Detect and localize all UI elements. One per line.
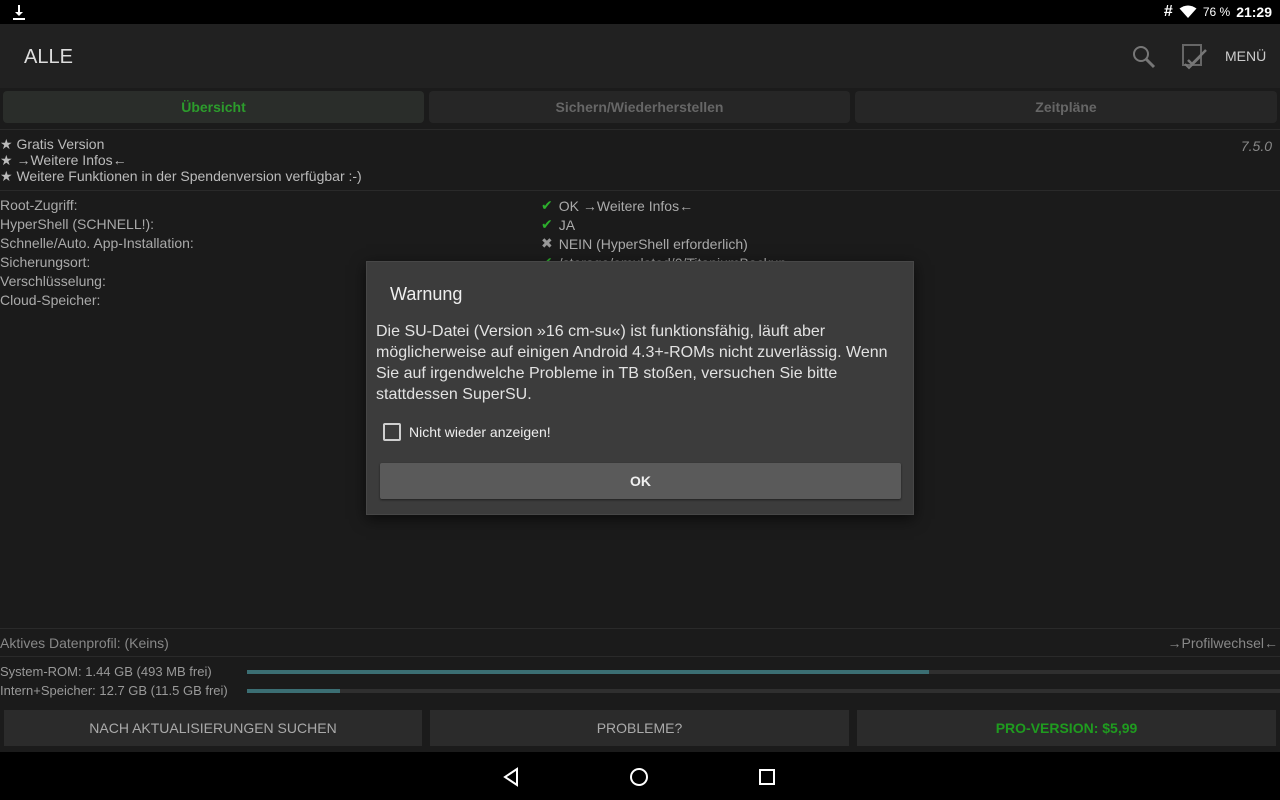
active-profile-label: Aktives Datenprofil: (Keins) xyxy=(0,635,169,651)
battery-text: 76 % xyxy=(1202,5,1231,19)
version-label: 7.5.0 xyxy=(1240,138,1272,154)
app-title: ALLE xyxy=(24,46,73,68)
storage-bar-fill xyxy=(247,689,340,693)
home-icon[interactable] xyxy=(628,766,650,788)
bottom-buttons: NACH AKTUALISIERUNGEN SUCHEN PROBLEME? P… xyxy=(0,710,1280,746)
status-row-hypershell: HyperShell (SCHNELL!): ✔ JA xyxy=(0,215,1280,234)
tab-bar: Übersicht Sichern/Wiederherstellen Zeitp… xyxy=(0,88,1280,128)
dialog-message: Die SU-Datei (Version »16 cm-su«) ist fu… xyxy=(376,323,888,403)
pro-version-button[interactable]: PRO-VERSION: $5,99 xyxy=(857,710,1276,746)
clock: 21:29 xyxy=(1236,4,1272,20)
profile-switch-link[interactable]: →Profilwechsel← xyxy=(1168,635,1278,651)
divider xyxy=(0,190,1280,191)
divider xyxy=(0,129,1280,130)
status-label: Verschlüsselung: xyxy=(0,273,106,289)
checkbox-label: Nicht wieder anzeigen! xyxy=(409,424,551,440)
download-icon xyxy=(13,5,25,20)
dont-show-again-option[interactable]: Nicht wieder anzeigen! xyxy=(383,423,551,441)
batch-check-icon[interactable] xyxy=(1180,42,1208,70)
status-value: NEIN (HyperShell erforderlich) xyxy=(558,235,748,252)
status-row-install: Schnelle/Auto. App-Installation: ✖ NEIN (… xyxy=(0,234,1280,253)
divider xyxy=(0,628,1280,629)
status-bar: # 76 % 21:29 xyxy=(0,0,1280,24)
check-icon: ✔ xyxy=(541,197,553,213)
free-version-text: ★ Gratis Version xyxy=(0,136,105,152)
recents-icon[interactable] xyxy=(756,766,778,788)
ok-button[interactable]: OK xyxy=(380,463,901,499)
dialog-title: Warnung xyxy=(390,284,463,304)
profile-row: Aktives Datenprofil: (Keins) →Profilwech… xyxy=(0,635,1280,651)
status-row-root: Root-Zugriff: ✔ OK →Weitere Infos← xyxy=(0,196,1280,215)
warning-dialog: Warnung Die SU-Datei (Version »16 cm-su«… xyxy=(366,261,914,515)
status-value[interactable]: OK →Weitere Infos← xyxy=(559,198,693,214)
storage-bar xyxy=(247,670,1280,674)
menu-button[interactable]: MENÜ xyxy=(1225,48,1266,64)
check-updates-button[interactable]: NACH AKTUALISIERUNGEN SUCHEN xyxy=(4,710,422,746)
tab-overview[interactable]: Übersicht xyxy=(3,91,424,123)
back-icon[interactable] xyxy=(500,766,522,788)
tab-backup-restore[interactable]: Sichern/Wiederherstellen xyxy=(429,91,850,123)
navigation-bar xyxy=(0,752,1280,800)
cross-icon: ✖ xyxy=(541,235,553,251)
divider xyxy=(0,656,1280,657)
tab-schedules[interactable]: Zeitpläne xyxy=(855,91,1277,123)
storage-label: Intern+Speicher: 12.7 GB (11.5 GB frei) xyxy=(0,683,228,698)
dont-show-again-checkbox[interactable] xyxy=(383,423,401,441)
storage-bar xyxy=(247,689,1280,693)
info-block: ★ Gratis Version ★ →Weitere Infos← ★ Wei… xyxy=(0,136,1280,184)
check-icon: ✔ xyxy=(541,216,553,232)
search-icon[interactable] xyxy=(1131,44,1157,70)
status-label: HyperShell (SCHNELL!): xyxy=(0,216,155,232)
more-info-link[interactable]: ★ →Weitere Infos← xyxy=(0,152,1280,168)
status-label: Root-Zugriff: xyxy=(0,197,78,213)
action-bar: ALLE MENÜ xyxy=(0,24,1280,88)
status-label: Cloud-Speicher: xyxy=(0,292,101,308)
status-value: JA xyxy=(558,216,576,233)
storage-label: System-ROM: 1.44 GB (493 MB frei) xyxy=(0,664,212,679)
hash-indicator: # xyxy=(1163,3,1173,20)
storage-bar-fill xyxy=(247,670,929,674)
status-label: Schnelle/Auto. App-Installation: xyxy=(0,235,194,251)
status-label: Sicherungsort: xyxy=(0,254,91,270)
donate-features-text: ★ Weitere Funktionen in der Spendenversi… xyxy=(0,168,362,184)
wifi-icon xyxy=(1179,5,1197,18)
problems-button[interactable]: PROBLEME? xyxy=(430,710,849,746)
